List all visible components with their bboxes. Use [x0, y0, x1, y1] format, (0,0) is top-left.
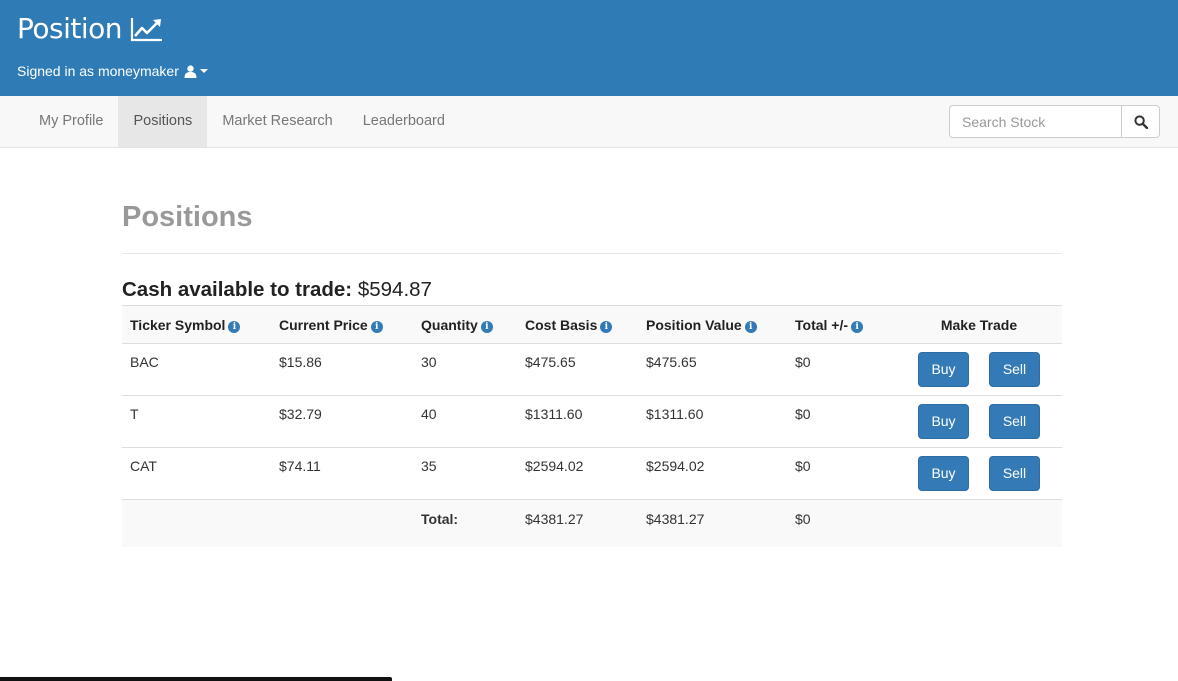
sell-button[interactable]: Sell: [989, 352, 1040, 387]
buy-button[interactable]: Buy: [918, 404, 969, 439]
trade-actions: Buy Sell: [896, 447, 1062, 500]
table-row: T $32.79 40 $1311.60 $1311.60 $0 Buy Sell: [122, 395, 1062, 448]
position-value-cell: $475.65: [638, 343, 787, 396]
info-icon[interactable]: i: [480, 320, 493, 333]
cash-value: $594.87: [357, 278, 432, 301]
sell-button[interactable]: Sell: [989, 456, 1040, 491]
cost-basis-cell: $1311.60: [517, 395, 638, 448]
info-icon[interactable]: i: [851, 320, 864, 333]
price-cell: $74.11: [271, 447, 413, 500]
search-button[interactable]: [1121, 105, 1160, 138]
search-form: [949, 105, 1160, 138]
user-icon: [184, 64, 197, 78]
bottom-bar: [0, 677, 392, 681]
divider: [122, 253, 1062, 254]
col-make-trade: Make Trade: [896, 305, 1062, 344]
nav-item-leaderboard[interactable]: Leaderboard: [348, 96, 460, 147]
ticker-cell: BAC: [122, 343, 271, 396]
trade-actions: Buy Sell: [896, 395, 1062, 448]
total-cell: $0: [787, 343, 896, 396]
main-content: Positions Cash available to trade: $594.…: [122, 148, 1062, 547]
trade-actions: Buy Sell: [896, 343, 1062, 396]
positions-table: Ticker Symbol i Current Price i Quantity i …: [122, 305, 1062, 547]
info-icon[interactable]: i: [370, 320, 383, 333]
info-icon[interactable]: i: [744, 320, 757, 333]
cost-basis-cell: $2594.02: [517, 447, 638, 500]
total-cell: $0: [787, 395, 896, 448]
table-header-row: Ticker Symbol i Current Price i Quantity i …: [122, 305, 1062, 344]
signed-in-text: Signed in as moneymaker: [17, 63, 179, 79]
price-cell: $32.79: [271, 395, 413, 448]
quantity-cell: 30: [413, 343, 517, 396]
cash-available: Cash available to trade: $594.87: [122, 278, 1062, 302]
table-row: BAC $15.86 30 $475.65 $475.65 $0 Buy Sell: [122, 343, 1062, 396]
position-value-cell: $2594.02: [638, 447, 787, 500]
page-title: Positions: [122, 201, 253, 233]
cash-label: Cash available to trade:: [122, 278, 353, 301]
search-icon: [1133, 114, 1148, 129]
nav-item-market-research[interactable]: Market Research: [207, 96, 347, 147]
buy-button[interactable]: Buy: [918, 456, 969, 491]
info-icon[interactable]: i: [600, 320, 613, 333]
totals-cost-basis: $4381.27: [517, 499, 638, 547]
cost-basis-cell: $475.65: [517, 343, 638, 396]
account-menu[interactable]: Signed in as moneymaker: [17, 63, 208, 79]
ticker-cell: T: [122, 395, 271, 448]
caret-down-icon: [199, 69, 208, 73]
totals-row: Total: $4381.27 $4381.27 $0: [122, 499, 1062, 547]
col-quantity: Quantity i: [413, 305, 517, 344]
navbar: My Profile Positions Market Research Lea…: [0, 96, 1178, 148]
search-input[interactable]: [949, 105, 1121, 138]
nav-item-my-profile[interactable]: My Profile: [24, 96, 118, 147]
totals-total: $0: [787, 499, 896, 547]
buy-button[interactable]: Buy: [918, 352, 969, 387]
price-cell: $15.86: [271, 343, 413, 396]
chart-line-icon: [130, 17, 163, 41]
brand-name: Position: [17, 12, 123, 45]
total-cell: $0: [787, 447, 896, 500]
brand[interactable]: Position: [17, 12, 164, 45]
ticker-cell: CAT: [122, 447, 271, 500]
col-current-price: Current Price i: [271, 305, 413, 344]
sell-button[interactable]: Sell: [989, 404, 1040, 439]
col-position-value: Position Value i: [638, 305, 787, 344]
top-header: Position Signed in as moneymaker: [0, 0, 1178, 96]
totals-label: Total:: [413, 499, 517, 547]
position-value-cell: $1311.60: [638, 395, 787, 448]
col-cost-basis: Cost Basis i: [517, 305, 638, 344]
col-ticker-symbol: Ticker Symbol i: [122, 305, 271, 344]
totals-position-value: $4381.27: [638, 499, 787, 547]
nav-item-positions[interactable]: Positions: [118, 96, 208, 147]
quantity-cell: 40: [413, 395, 517, 448]
table-row: CAT $74.11 35 $2594.02 $2594.02 $0 Buy Se…: [122, 447, 1062, 500]
quantity-cell: 35: [413, 447, 517, 500]
col-total: Total +/- i: [787, 305, 896, 344]
info-icon[interactable]: i: [228, 320, 241, 333]
